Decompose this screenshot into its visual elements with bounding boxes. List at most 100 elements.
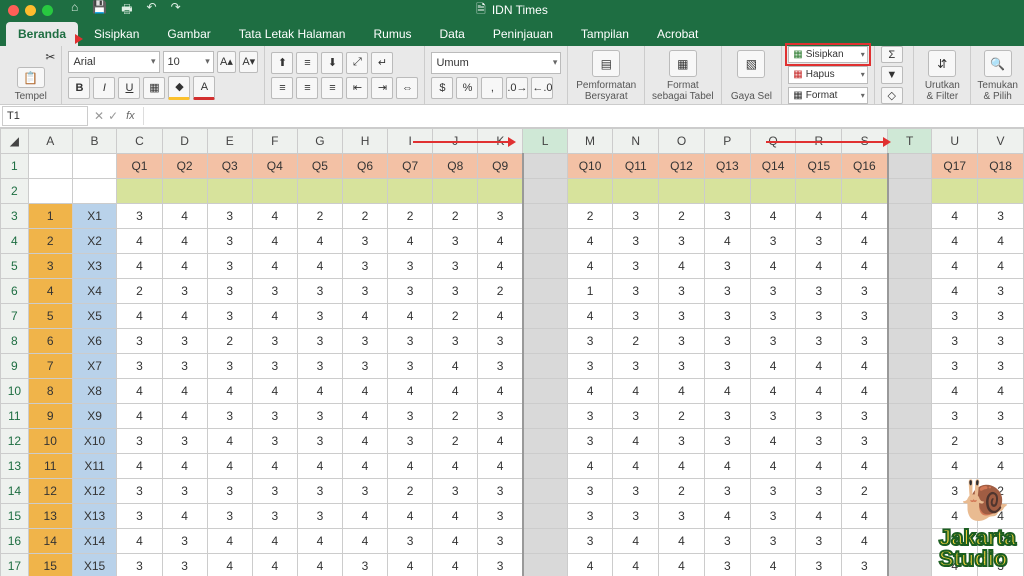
data-cell[interactable]: 3 bbox=[978, 354, 1024, 379]
row-header-5[interactable]: 5 bbox=[1, 254, 29, 279]
data-cell[interactable]: 4 bbox=[388, 454, 433, 479]
data-cell[interactable]: 3 bbox=[567, 504, 613, 529]
conditional-formatting[interactable]: ▤ bbox=[592, 50, 620, 77]
label-cell[interactable]: X13 bbox=[72, 504, 117, 529]
col-header-D[interactable]: D bbox=[162, 129, 207, 154]
label-cell[interactable]: X5 bbox=[72, 304, 117, 329]
data-cell[interactable]: 3 bbox=[388, 529, 433, 554]
zoom-window[interactable] bbox=[42, 5, 53, 16]
data-cell[interactable]: 3 bbox=[796, 329, 842, 354]
data-cell[interactable]: 3 bbox=[252, 429, 297, 454]
orientation[interactable]: ⤢ bbox=[346, 52, 368, 74]
data-cell[interactable]: 3 bbox=[750, 229, 796, 254]
q-header[interactable]: Q8 bbox=[433, 154, 478, 179]
data-cell[interactable]: 3 bbox=[613, 229, 659, 254]
data-cell[interactable]: 3 bbox=[796, 529, 842, 554]
data-cell[interactable]: 4 bbox=[842, 229, 888, 254]
data-cell[interactable]: 4 bbox=[252, 254, 297, 279]
q-header[interactable]: Q17 bbox=[932, 154, 978, 179]
data-cell[interactable]: 3 bbox=[342, 479, 387, 504]
data-cell[interactable]: 4 bbox=[842, 529, 888, 554]
row-header-6[interactable]: 6 bbox=[1, 279, 29, 304]
data-cell[interactable]: 3 bbox=[796, 554, 842, 576]
data-cell[interactable]: 3 bbox=[978, 429, 1024, 454]
increase-decimal[interactable]: .0→ bbox=[506, 77, 528, 99]
data-cell[interactable]: 4 bbox=[659, 379, 705, 404]
q-header[interactable]: Q5 bbox=[297, 154, 342, 179]
data-cell[interactable]: 4 bbox=[252, 304, 297, 329]
data-cell[interactable]: 3 bbox=[207, 254, 252, 279]
save-icon[interactable]: 💾 bbox=[92, 0, 107, 21]
data-cell[interactable]: 4 bbox=[932, 229, 978, 254]
align-bottom[interactable]: ⬇ bbox=[321, 52, 343, 74]
data-cell[interactable]: 4 bbox=[750, 454, 796, 479]
data-cell[interactable]: 3 bbox=[750, 529, 796, 554]
data-cell[interactable]: 3 bbox=[252, 329, 297, 354]
data-cell[interactable]: 3 bbox=[433, 229, 478, 254]
data-cell[interactable]: 4 bbox=[162, 454, 207, 479]
data-cell[interactable]: 3 bbox=[796, 479, 842, 504]
data-cell[interactable]: 4 bbox=[433, 354, 478, 379]
data-cell[interactable]: 3 bbox=[750, 504, 796, 529]
row-header-14[interactable]: 14 bbox=[1, 479, 29, 504]
data-cell[interactable]: 4 bbox=[932, 254, 978, 279]
row-header-2[interactable]: 2 bbox=[1, 179, 29, 204]
data-cell[interactable]: 3 bbox=[842, 429, 888, 454]
data-cell[interactable]: 3 bbox=[796, 429, 842, 454]
data-cell[interactable]: 4 bbox=[433, 379, 478, 404]
data-cell[interactable]: 4 bbox=[117, 404, 162, 429]
q-header[interactable]: Q6 bbox=[342, 154, 387, 179]
fill-color-button[interactable]: ◆ bbox=[168, 76, 190, 100]
data-cell[interactable]: 3 bbox=[207, 279, 252, 304]
data-cell[interactable]: 3 bbox=[796, 279, 842, 304]
data-cell[interactable]: 4 bbox=[750, 204, 796, 229]
tab-tampilan[interactable]: Tampilan bbox=[569, 22, 641, 46]
data-cell[interactable]: 4 bbox=[796, 454, 842, 479]
data-cell[interactable]: 3 bbox=[297, 279, 342, 304]
tab-data[interactable]: Data bbox=[428, 22, 477, 46]
data-cell[interactable]: 4 bbox=[117, 304, 162, 329]
q-header[interactable]: Q3 bbox=[207, 154, 252, 179]
data-cell[interactable]: 4 bbox=[978, 229, 1024, 254]
select-all[interactable]: ◢ bbox=[1, 129, 29, 154]
col-header-V[interactable]: V bbox=[978, 129, 1024, 154]
data-cell[interactable]: 3 bbox=[659, 279, 705, 304]
data-cell[interactable]: 3 bbox=[978, 304, 1024, 329]
data-cell[interactable]: 3 bbox=[117, 204, 162, 229]
data-cell[interactable]: 4 bbox=[478, 304, 523, 329]
data-cell[interactable]: 3 bbox=[796, 304, 842, 329]
data-cell[interactable]: 4 bbox=[750, 379, 796, 404]
data-cell[interactable]: 3 bbox=[162, 529, 207, 554]
data-cell[interactable]: 4 bbox=[162, 254, 207, 279]
data-cell[interactable]: 4 bbox=[567, 254, 613, 279]
data-cell[interactable]: 4 bbox=[297, 529, 342, 554]
data-cell[interactable]: 4 bbox=[388, 554, 433, 576]
data-cell[interactable]: 3 bbox=[478, 479, 523, 504]
label-cell[interactable]: X15 bbox=[72, 554, 117, 576]
data-cell[interactable]: 4 bbox=[796, 504, 842, 529]
data-cell[interactable]: 3 bbox=[750, 279, 796, 304]
q-header[interactable]: Q15 bbox=[796, 154, 842, 179]
tab-tataletak[interactable]: Tata Letak Halaman bbox=[227, 22, 358, 46]
data-cell[interactable]: 4 bbox=[704, 229, 750, 254]
data-cell[interactable]: 3 bbox=[567, 354, 613, 379]
clear[interactable]: ◇ bbox=[881, 87, 903, 104]
data-cell[interactable]: 3 bbox=[704, 479, 750, 504]
index-cell[interactable]: 1 bbox=[28, 204, 72, 229]
data-cell[interactable]: 3 bbox=[842, 304, 888, 329]
data-cell[interactable]: 2 bbox=[932, 429, 978, 454]
col-header-C[interactable]: C bbox=[117, 129, 162, 154]
data-cell[interactable]: 3 bbox=[117, 354, 162, 379]
data-cell[interactable]: 3 bbox=[342, 354, 387, 379]
label-cell[interactable]: X3 bbox=[72, 254, 117, 279]
increase-font[interactable]: A▴ bbox=[217, 51, 236, 73]
underline-button[interactable]: U bbox=[118, 77, 140, 99]
align-right[interactable]: ≡ bbox=[321, 77, 343, 99]
data-cell[interactable]: 3 bbox=[659, 354, 705, 379]
q-header[interactable]: Q16 bbox=[842, 154, 888, 179]
data-cell[interactable]: 3 bbox=[796, 404, 842, 429]
merge-center[interactable]: ⇔ bbox=[396, 77, 418, 99]
row-header-16[interactable]: 16 bbox=[1, 529, 29, 554]
decrease-indent[interactable]: ⇤ bbox=[346, 77, 368, 99]
data-cell[interactable]: 4 bbox=[842, 504, 888, 529]
